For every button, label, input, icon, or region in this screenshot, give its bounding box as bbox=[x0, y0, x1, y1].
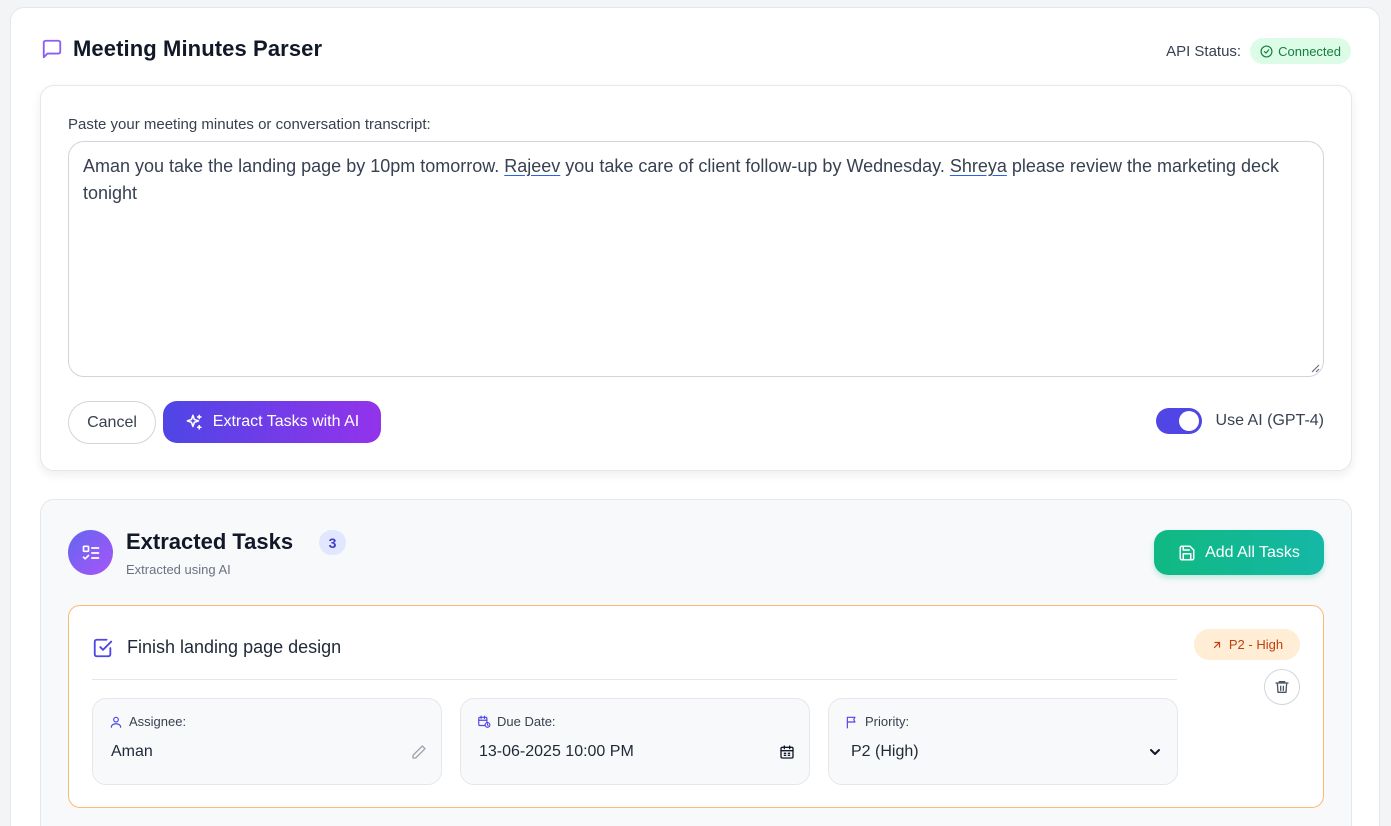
priority-label: Priority: bbox=[845, 714, 909, 729]
square-check-icon[interactable] bbox=[92, 637, 114, 659]
delete-task-button[interactable] bbox=[1264, 669, 1300, 705]
task-title[interactable]: Finish landing page design bbox=[127, 637, 341, 658]
extract-tasks-label: Extract Tasks with AI bbox=[212, 413, 360, 430]
message-square-icon bbox=[42, 39, 62, 59]
due-date-label-text: Due Date: bbox=[497, 714, 556, 729]
assignee-label: Assignee: bbox=[109, 714, 186, 729]
due-date-field: Due Date: 13-06-2025 10:00 PM bbox=[460, 698, 810, 785]
calendar-icon[interactable] bbox=[779, 744, 795, 760]
calendar-clock-icon bbox=[478, 715, 491, 728]
divider bbox=[92, 679, 1177, 680]
priority-badge: P2 - High bbox=[1194, 629, 1300, 660]
pencil-icon[interactable] bbox=[411, 744, 427, 760]
due-date-label: Due Date: bbox=[477, 714, 556, 729]
section-title: Extracted Tasks bbox=[126, 529, 294, 554]
spellcheck-word: Rajeev bbox=[504, 156, 561, 176]
priority-select[interactable]: P2 (High) bbox=[851, 743, 919, 761]
priority-field: Priority: P2 (High) bbox=[828, 698, 1178, 785]
save-icon bbox=[1179, 545, 1195, 560]
status-badge: Connected bbox=[1250, 38, 1351, 64]
assignee-field: Assignee: Aman bbox=[92, 698, 442, 785]
user-icon bbox=[110, 716, 122, 728]
task-card: Finish landing page design P2 - High Ass… bbox=[68, 605, 1324, 808]
use-ai-toggle[interactable] bbox=[1155, 408, 1202, 434]
tasks-avatar bbox=[68, 530, 113, 575]
api-status-label: API Status: bbox=[1166, 42, 1242, 60]
parser-panel: Meeting Minutes Parser API Status: Conne… bbox=[10, 7, 1380, 826]
spellcheck-word: Shreya bbox=[949, 156, 1007, 176]
section-subtitle: Extracted using AI bbox=[126, 562, 231, 577]
assignee-input[interactable]: Aman bbox=[111, 743, 153, 761]
status-text: Connected bbox=[1278, 43, 1341, 59]
sparkles-icon bbox=[186, 414, 202, 430]
page-title: Meeting Minutes Parser bbox=[73, 36, 323, 61]
add-all-tasks-label: Add All Tasks bbox=[1205, 543, 1300, 561]
toggle-knob bbox=[1178, 411, 1199, 431]
chevron-down-icon[interactable] bbox=[1147, 744, 1163, 760]
cancel-button[interactable]: Cancel bbox=[68, 401, 156, 444]
assignee-label-text: Assignee: bbox=[129, 714, 187, 729]
extracted-tasks-section: Extracted Tasks 3 Extracted using AI Add… bbox=[40, 499, 1352, 826]
use-ai-control: Use AI (GPT-4) bbox=[1155, 408, 1324, 434]
transcript-card: Paste your meeting minutes or conversati… bbox=[40, 85, 1352, 471]
use-ai-label: Use AI (GPT-4) bbox=[1215, 412, 1324, 429]
resize-handle-icon[interactable] bbox=[1310, 363, 1320, 373]
priority-label-text: Priority: bbox=[865, 714, 910, 729]
check-circle-icon bbox=[1260, 44, 1273, 58]
transcript-label: Paste your meeting minutes or conversati… bbox=[68, 116, 431, 133]
due-date-input[interactable]: 13-06-2025 10:00 PM bbox=[479, 743, 634, 761]
priority-badge-label: P2 - High bbox=[1228, 637, 1284, 652]
list-checks-icon bbox=[82, 545, 99, 560]
transcript-text: Aman you take the landing page by 10pm t… bbox=[83, 156, 505, 176]
page-header: Meeting Minutes Parser bbox=[41, 36, 322, 62]
api-status: API Status: Connected bbox=[1166, 38, 1351, 64]
trash-icon bbox=[1275, 681, 1289, 693]
extract-tasks-button[interactable]: Extract Tasks with AI bbox=[163, 401, 381, 443]
transcript-text: you take care of client follow-up by Wed… bbox=[560, 156, 950, 176]
flag-icon bbox=[846, 716, 856, 728]
transcript-textarea[interactable]: Aman you take the landing page by 10pm t… bbox=[68, 141, 1324, 377]
add-all-tasks-button[interactable]: Add All Tasks bbox=[1154, 530, 1324, 575]
arrow-up-right-icon bbox=[1213, 641, 1220, 648]
task-count-badge: 3 bbox=[319, 530, 346, 555]
